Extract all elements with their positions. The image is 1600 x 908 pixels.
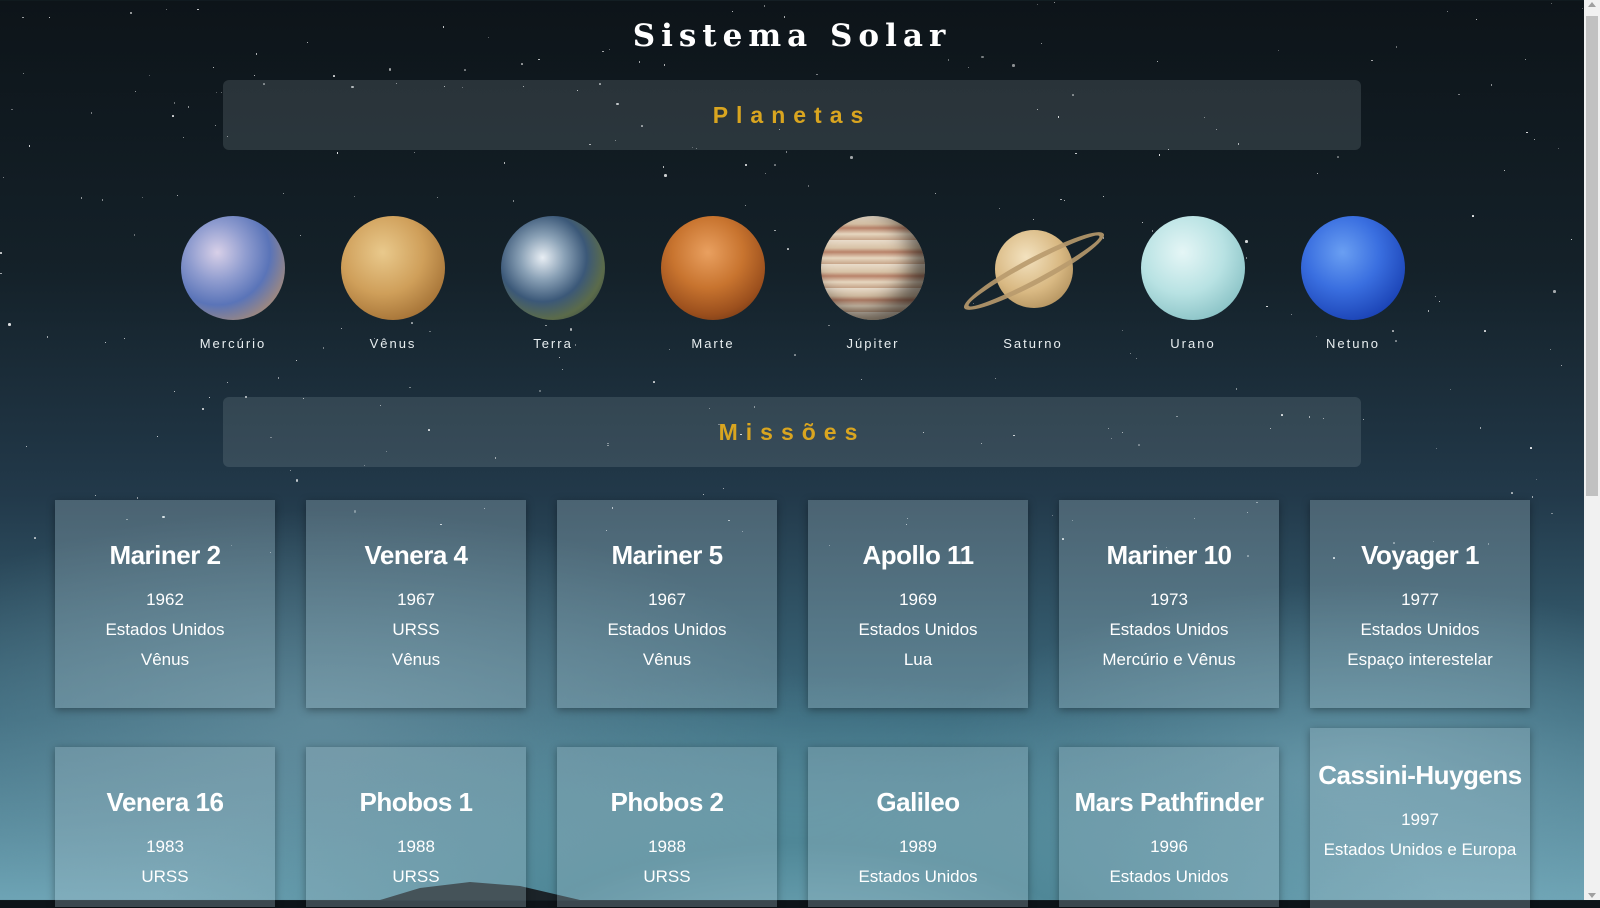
mission-year: 1969 — [899, 590, 937, 609]
mission-card[interactable]: Mars Pathfinder 1996 Estados Unidos — [1059, 747, 1279, 907]
planet-name: Vênus — [369, 336, 417, 351]
planet-name: Júpiter — [846, 336, 900, 351]
mission-card[interactable]: Cassini-Huygens 1997 Estados Unidos e Eu… — [1310, 728, 1530, 908]
mission-card[interactable]: Galileo 1989 Estados Unidos — [808, 747, 1028, 907]
planet-name: Marte — [691, 336, 735, 351]
mission-year: 1997 — [1401, 810, 1439, 829]
mission-country: Estados Unidos — [858, 620, 978, 639]
mission-card[interactable]: Venera 16 1983 URSS — [55, 747, 275, 907]
page-title: Sistema Solar — [632, 18, 952, 54]
mission-year: 1967 — [397, 590, 435, 609]
mission-year: 1977 — [1401, 590, 1439, 609]
earth-icon — [501, 216, 605, 320]
saturn-icon — [953, 216, 1113, 320]
mission-name: Venera 4 — [364, 540, 468, 570]
planet-jupiter[interactable]: Júpiter — [793, 216, 953, 351]
mission-country: URSS — [392, 620, 440, 639]
mission-card[interactable]: Voyager 1 1977 Estados Unidos Espaço int… — [1310, 500, 1530, 708]
mission-name: Mars Pathfinder — [1074, 787, 1265, 817]
mission-card[interactable]: Mariner 5 1967 Estados Unidos Vênus — [557, 500, 777, 708]
planets-heading: Planetas — [712, 101, 872, 128]
missions-section-bar: Missões — [223, 397, 1361, 467]
vertical-scrollbar[interactable] — [1584, 0, 1600, 900]
mission-country: Estados Unidos e Europa — [1323, 840, 1517, 859]
mission-country: Estados Unidos — [1360, 620, 1480, 639]
neptune-icon — [1301, 216, 1405, 320]
mission-year: 1988 — [397, 837, 435, 856]
mission-card[interactable]: Mariner 10 1973 Estados Unidos Mercúrio … — [1059, 500, 1279, 708]
mission-country: Estados Unidos — [858, 867, 978, 886]
planet-name: Terra — [533, 336, 573, 351]
mission-name: Mariner 2 — [109, 540, 221, 570]
mission-target: Vênus — [391, 650, 441, 669]
planet-name: Netuno — [1326, 336, 1380, 351]
planet-neptune[interactable]: Netuno — [1273, 216, 1433, 351]
mission-card[interactable]: Phobos 2 1988 URSS — [557, 747, 777, 907]
mission-year: 1973 — [1150, 590, 1188, 609]
mission-card[interactable]: Apollo 11 1969 Estados Unidos Lua — [808, 500, 1028, 708]
planet-saturn[interactable]: Saturno — [953, 216, 1113, 351]
mission-year: 1962 — [146, 590, 184, 609]
planets-section-bar: Planetas — [223, 80, 1361, 150]
scroll-down-arrow-icon[interactable] — [1588, 893, 1596, 898]
mission-card[interactable]: Venera 4 1967 URSS Vênus — [306, 500, 526, 708]
uranus-icon — [1141, 216, 1245, 320]
planet-venus[interactable]: Vênus — [313, 216, 473, 351]
mission-target: Espaço interestelar — [1347, 650, 1493, 669]
mission-name: Venera 16 — [106, 787, 224, 817]
planet-uranus[interactable]: Urano — [1113, 216, 1273, 351]
page: Sistema Solar Planetas Mercúrio Vênus Te… — [0, 0, 1584, 908]
scrollbar-thumb[interactable] — [1586, 16, 1598, 496]
mission-name: Phobos 2 — [610, 787, 724, 817]
mission-target: Mercúrio e Vênus — [1102, 650, 1236, 669]
planet-name: Mercúrio — [199, 336, 267, 351]
mission-name: Voyager 1 — [1361, 540, 1479, 570]
planet-name: Urano — [1170, 336, 1216, 351]
mission-name: Mariner 5 — [611, 540, 723, 570]
jupiter-icon — [821, 216, 925, 320]
mission-country: URSS — [392, 867, 440, 886]
mission-year: 1967 — [648, 590, 686, 609]
mission-name: Galileo — [876, 787, 960, 817]
mission-country: Estados Unidos — [1109, 620, 1229, 639]
planet-mercury[interactable]: Mercúrio — [153, 216, 313, 351]
mission-target: Vênus — [140, 650, 190, 669]
missions-heading: Missões — [718, 418, 866, 445]
mission-name: Cassini-Huygens — [1318, 760, 1522, 790]
mars-icon — [661, 216, 765, 320]
mission-name: Phobos 1 — [359, 787, 473, 817]
mission-year: 1988 — [648, 837, 686, 856]
mission-name: Apollo 11 — [862, 540, 974, 570]
mission-target: Vênus — [642, 650, 692, 669]
mission-country: Estados Unidos — [607, 620, 727, 639]
planet-earth[interactable]: Terra — [473, 216, 633, 351]
mercury-icon — [181, 216, 285, 320]
mission-card[interactable]: Mariner 2 1962 Estados Unidos Vênus — [55, 500, 275, 708]
scroll-up-arrow-icon[interactable] — [1588, 2, 1596, 7]
mission-target: Lua — [903, 650, 933, 669]
mission-name: Mariner 10 — [1106, 540, 1232, 570]
mission-country: URSS — [141, 867, 189, 886]
mission-country: URSS — [643, 867, 691, 886]
mission-card[interactable]: Phobos 1 1988 URSS — [306, 747, 526, 907]
mission-year: 1983 — [146, 837, 184, 856]
planet-mars[interactable]: Marte — [633, 216, 793, 351]
mission-year: 1996 — [1150, 837, 1188, 856]
mission-year: 1989 — [899, 837, 937, 856]
venus-icon — [341, 216, 445, 320]
mission-country: Estados Unidos — [105, 620, 225, 639]
mission-country: Estados Unidos — [1109, 867, 1229, 886]
planet-name: Saturno — [1003, 336, 1063, 351]
